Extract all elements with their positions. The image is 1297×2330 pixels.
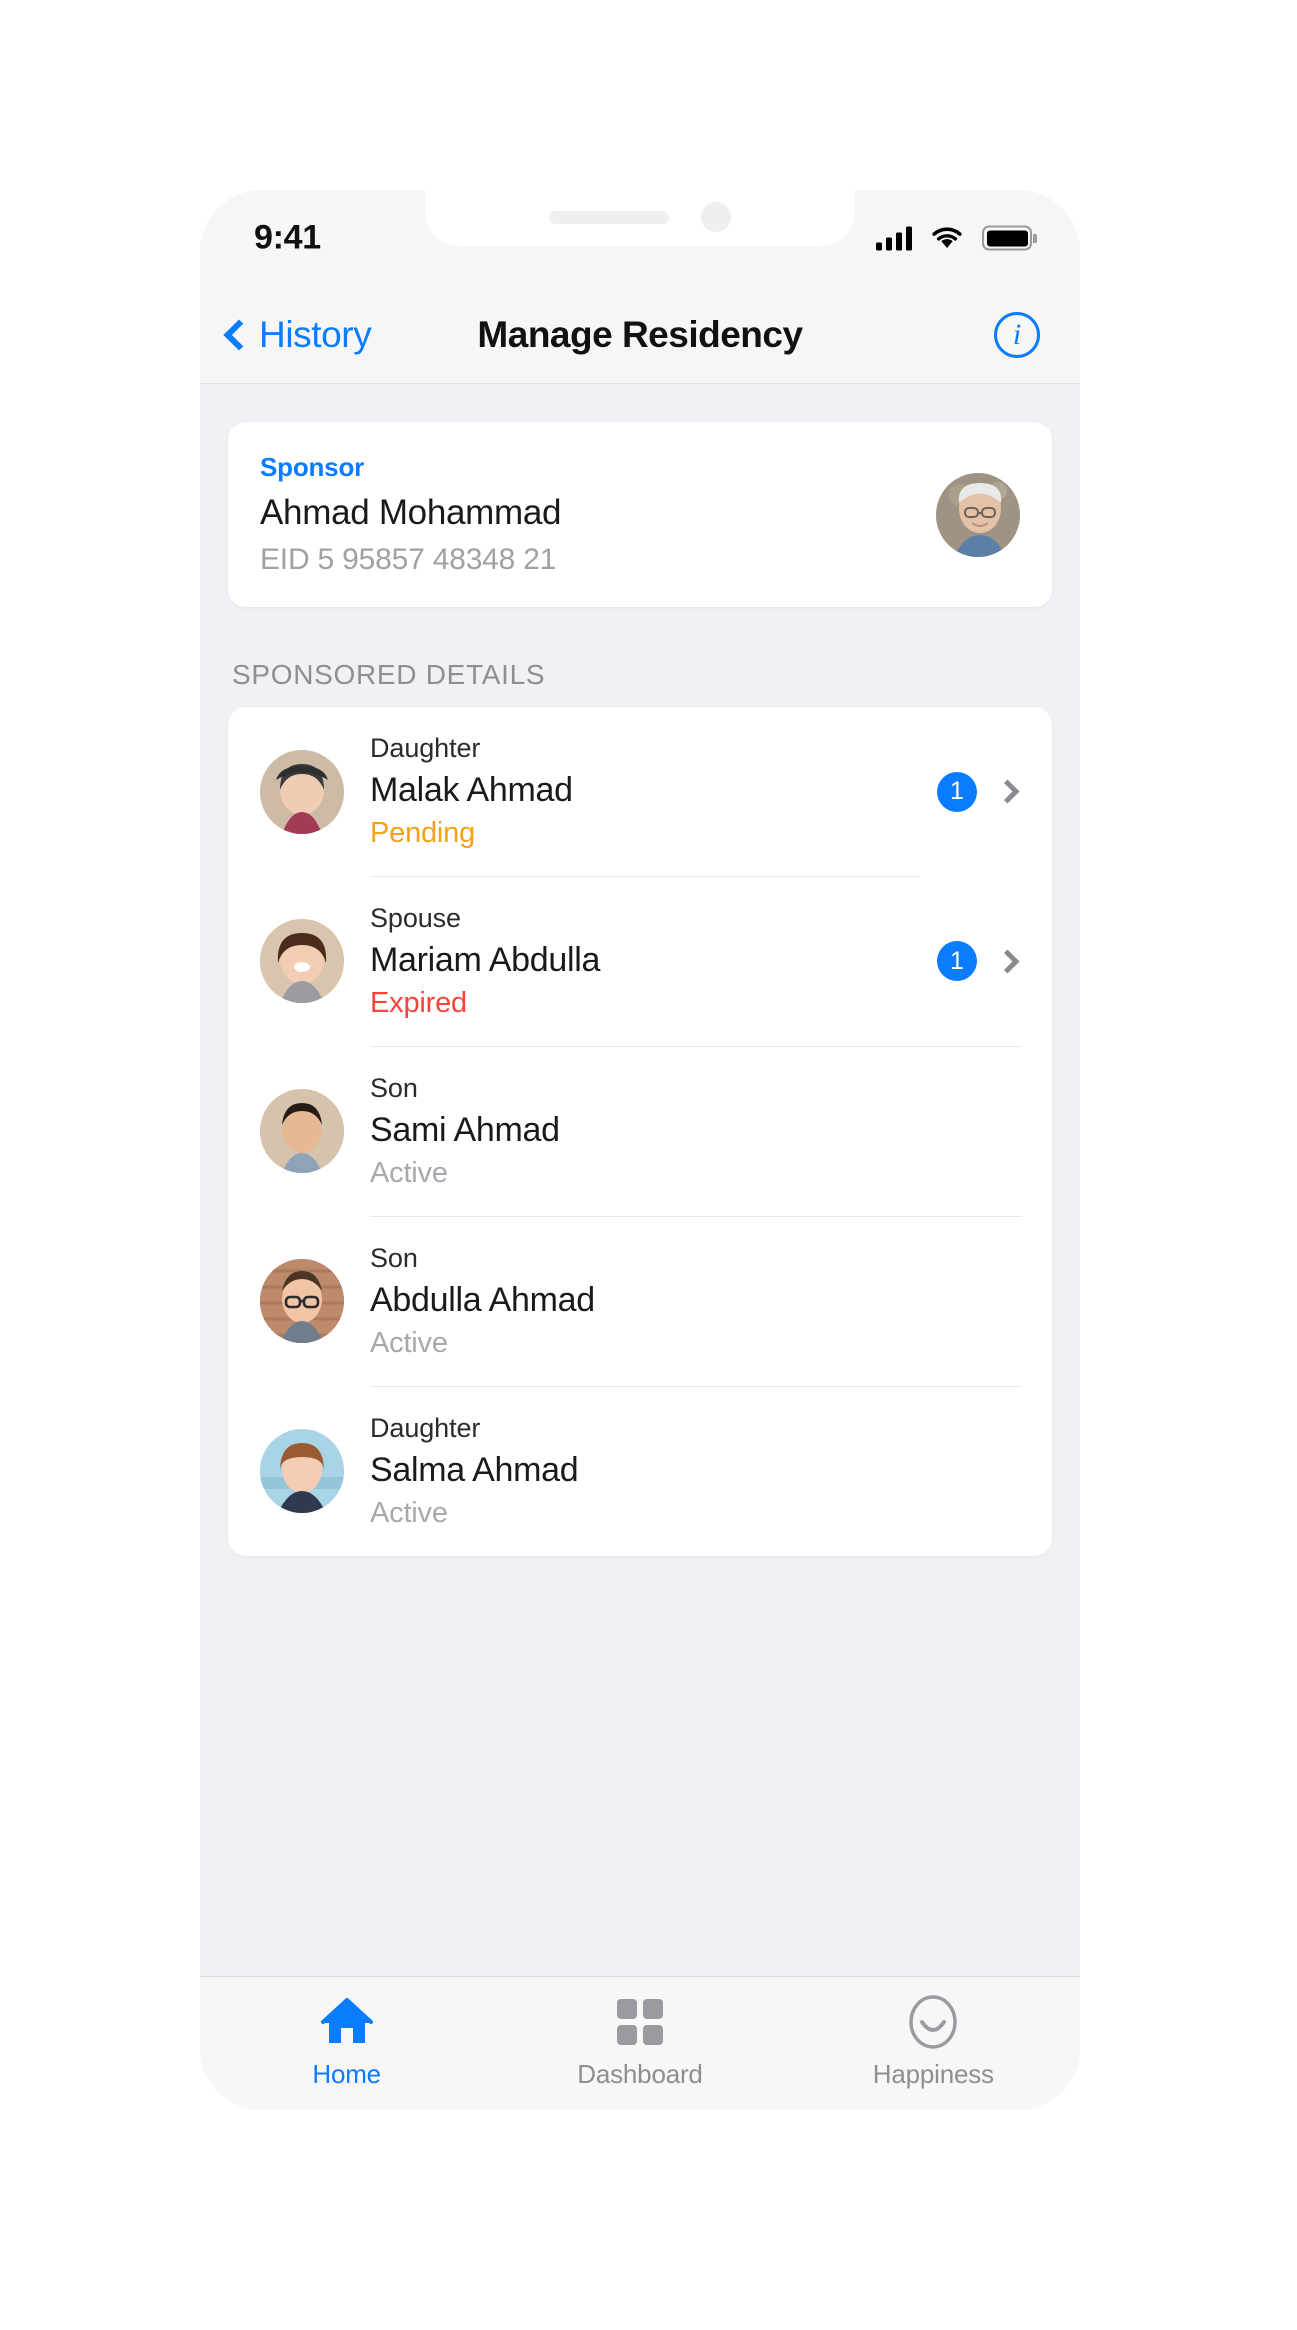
sponsor-name: Ahmad Mohammad xyxy=(260,493,562,532)
table-row[interactable]: Daughter Malak Ahmad Pending 1 xyxy=(228,707,1052,876)
status-badge: Active xyxy=(370,1157,448,1189)
back-button-label: History xyxy=(259,313,372,355)
chevron-right-icon[interactable] xyxy=(995,948,1020,974)
row-text-block: Daughter Salma Ahmad Active xyxy=(370,1386,1022,1556)
tab-label: Happiness xyxy=(872,2059,994,2089)
person-avatar xyxy=(260,919,344,1003)
tab-label: Home xyxy=(312,2059,381,2089)
smiley-icon xyxy=(908,1995,958,2049)
front-camera-icon xyxy=(701,202,731,232)
status-icons xyxy=(876,225,1032,251)
row-accessory: 1 xyxy=(937,941,1022,981)
status-bar: 9:41 xyxy=(200,190,1080,286)
tab-label: Dashboard xyxy=(577,2059,703,2089)
signal-bars-icon xyxy=(876,226,912,250)
section-header: SPONSORED DETAILS xyxy=(232,659,546,690)
person-relation: Daughter xyxy=(370,733,481,763)
sponsor-card[interactable]: Sponsor Ahmad Mohammad EID 5 95857 48348… xyxy=(228,422,1052,607)
notification-count-badge: 1 xyxy=(937,771,977,812)
table-row[interactable]: Son Abdulla Ahmad Active xyxy=(228,1216,1052,1386)
sponsored-list: Daughter Malak Ahmad Pending 1 Spouse Mariam… xyxy=(228,707,1052,1556)
row-text-block: Daughter Malak Ahmad Pending xyxy=(370,707,919,876)
row-text-block: Spouse Mariam Abdulla Expired xyxy=(370,876,919,1046)
person-avatar xyxy=(260,1089,344,1173)
table-row[interactable]: Daughter Salma Ahmad Active xyxy=(228,1386,1052,1556)
tab-happiness[interactable]: Happiness xyxy=(787,1995,1080,2090)
sponsor-eid: EID 5 95857 48348 21 xyxy=(260,543,557,576)
navigation-bar: History Manage Residency i xyxy=(200,286,1080,384)
row-text-block: Son Abdulla Ahmad Active xyxy=(370,1216,1022,1386)
chevron-left-icon xyxy=(223,318,255,351)
row-accessory: 1 xyxy=(937,771,1022,812)
back-button[interactable]: History xyxy=(223,313,372,356)
person-avatar xyxy=(260,749,344,834)
phone-frame: 9:41 History Manage Residency i Sponsor … xyxy=(200,190,1080,2110)
wifi-icon xyxy=(932,227,962,248)
speaker-slot-icon xyxy=(549,210,669,224)
table-row[interactable]: Son Sami Ahmad Active xyxy=(228,1046,1052,1216)
person-name: Mariam Abdulla xyxy=(370,941,601,979)
grid-icon xyxy=(616,1995,664,2049)
home-icon xyxy=(320,1995,374,2049)
sponsor-text-block: Sponsor Ahmad Mohammad EID 5 95857 48348… xyxy=(260,452,562,577)
chevron-right-icon[interactable] xyxy=(995,779,1020,804)
status-time: 9:41 xyxy=(254,218,321,257)
battery-full-icon xyxy=(982,225,1032,251)
sponsor-avatar xyxy=(936,472,1020,557)
table-row[interactable]: Spouse Mariam Abdulla Expired 1 xyxy=(228,876,1052,1046)
tab-bar: Home Dashboard Happiness xyxy=(200,1976,1080,2110)
person-name: Abdulla Ahmad xyxy=(370,1281,595,1319)
status-badge: Active xyxy=(370,1327,448,1359)
notification-count-badge: 1 xyxy=(937,941,977,981)
notch xyxy=(425,190,855,246)
person-name: Salma Ahmad xyxy=(370,1451,579,1489)
screen-content: Sponsor Ahmad Mohammad EID 5 95857 48348… xyxy=(200,422,1080,1976)
status-badge: Active xyxy=(370,1497,448,1529)
info-circle-icon[interactable]: i xyxy=(994,311,1040,358)
person-relation: Daughter xyxy=(370,1413,481,1443)
person-relation: Spouse xyxy=(370,903,461,933)
person-avatar xyxy=(260,1429,344,1513)
sponsor-label: Sponsor xyxy=(260,452,365,482)
tab-dashboard[interactable]: Dashboard xyxy=(493,1995,786,2090)
person-name: Malak Ahmad xyxy=(370,771,573,809)
status-badge: Expired xyxy=(370,987,467,1019)
tab-home[interactable]: Home xyxy=(200,1995,493,2090)
status-badge: Pending xyxy=(370,817,476,849)
person-name: Sami Ahmad xyxy=(370,1111,560,1149)
person-avatar xyxy=(260,1259,344,1343)
row-text-block: Son Sami Ahmad Active xyxy=(370,1046,1022,1216)
person-relation: Son xyxy=(370,1073,418,1103)
person-relation: Son xyxy=(370,1243,418,1273)
